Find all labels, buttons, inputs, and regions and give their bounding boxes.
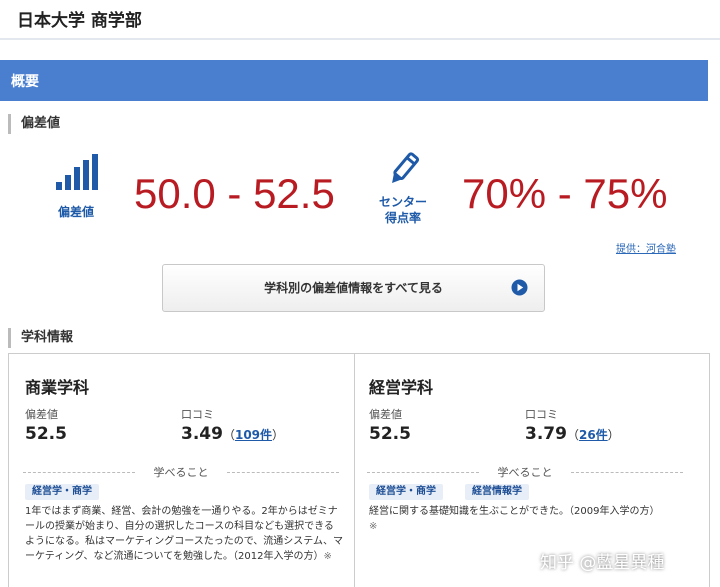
- center-range: 70% - 75%: [462, 170, 668, 217]
- page-title: 日本大学 商学部: [17, 11, 142, 31]
- view-all-label: 学科別の偏差値情報をすべて見る: [264, 281, 443, 295]
- review-body: 経営に関する基礎知識を生ぶことができた。（2009年入学の方）: [369, 506, 660, 517]
- review-score: 3.79: [525, 424, 567, 444]
- center-icon-block: センター 得点率: [370, 150, 436, 226]
- department-name: 経営学科: [369, 378, 434, 397]
- review-body: 1年ではまず商業、経営、会計の勉強を一通りやる。2年からはゼミナールの授業が始ま…: [25, 506, 343, 562]
- review-label: 口コミ: [181, 408, 214, 421]
- review-score: 3.49: [181, 424, 223, 444]
- review-text: 1年ではまず商業、経営、会計の勉強を一通りやる。2年からはゼミナールの授業が始ま…: [25, 504, 343, 564]
- hensachi-icon-label: 偏差値: [57, 205, 94, 219]
- bar-chart-icon: [56, 154, 98, 190]
- page-header: 日本大学 商学部: [0, 0, 720, 40]
- review-note: ※: [323, 551, 332, 562]
- overview-title: 概要: [11, 74, 39, 90]
- review-count-link[interactable]: 26件: [579, 428, 608, 442]
- overview-bar: 概要: [0, 60, 708, 101]
- review-note: ※: [369, 521, 378, 532]
- hensachi-value: 52.5: [369, 424, 411, 444]
- hensachi-heading: 偏差値: [8, 114, 60, 134]
- department-name: 商業学科: [25, 378, 90, 397]
- field-tag[interactable]: 経営情報学: [465, 484, 529, 500]
- learn-divider: 学べること: [23, 464, 339, 480]
- department-card: 商業学科 偏差値 口コミ 52.5 3.49（109件） 学べること 経営学・商…: [9, 354, 354, 587]
- watermark: 知乎 @藍星異種: [540, 553, 665, 573]
- hensachi-value: 52.5: [25, 424, 67, 444]
- review-label: 口コミ: [525, 408, 558, 421]
- hensachi-range: 50.0 - 52.5: [134, 170, 335, 217]
- center-label-line2: 得点率: [384, 211, 421, 225]
- center-label-line1: センター: [378, 195, 427, 209]
- review-score-block: 3.49（109件）: [181, 424, 285, 444]
- review-text: 経営に関する基礎知識を生ぶことができた。（2009年入学の方） ※: [369, 504, 687, 534]
- review-score-block: 3.79（26件）: [525, 424, 620, 444]
- view-all-hensachi-button[interactable]: 学科別の偏差値情報をすべて見る: [162, 264, 545, 312]
- field-tag[interactable]: 経営学・商学: [25, 484, 99, 500]
- play-circle-icon: [511, 279, 528, 296]
- learn-divider: 学べること: [367, 464, 683, 480]
- source-link[interactable]: 提供：河合塾: [616, 240, 676, 255]
- hensachi-icon-block: 偏差値: [48, 152, 104, 220]
- review-count-link[interactable]: 109件: [235, 428, 272, 442]
- departments-heading: 学科情報: [8, 328, 73, 348]
- hensachi-label: 偏差値: [369, 408, 402, 421]
- field-tag[interactable]: 経営学・商学: [369, 484, 443, 500]
- hensachi-label: 偏差値: [25, 408, 58, 421]
- pencil-icon: [392, 152, 420, 184]
